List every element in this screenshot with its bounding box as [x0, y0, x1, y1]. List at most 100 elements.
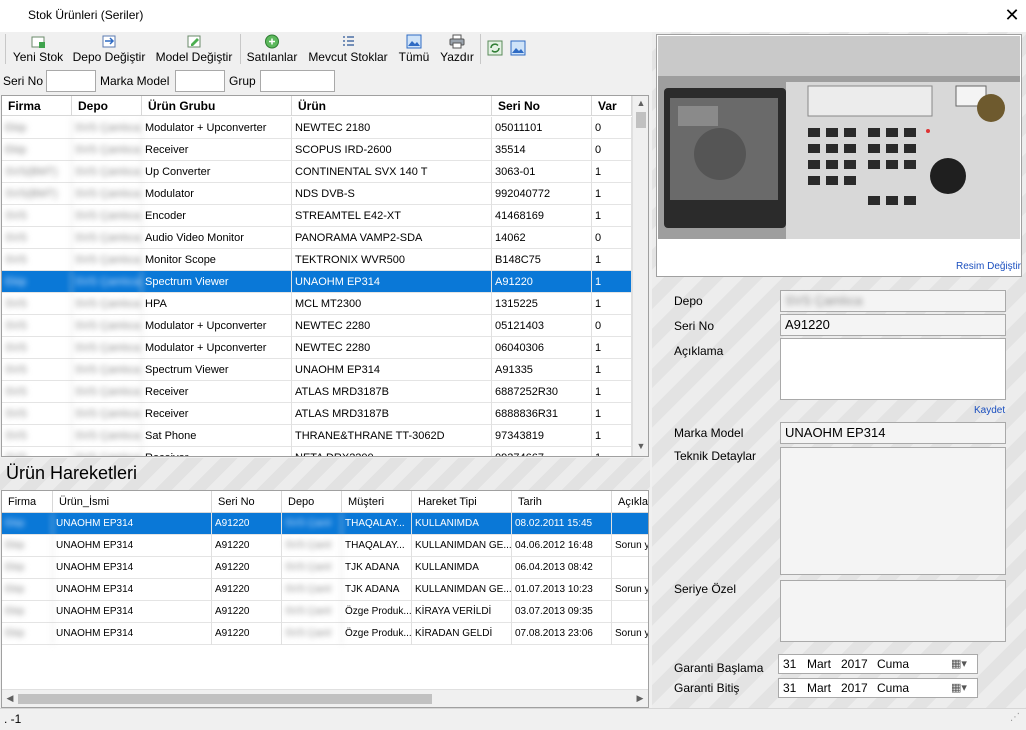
column-header[interactable]: Firma — [2, 491, 53, 513]
close-icon[interactable]: ✕ — [1002, 4, 1022, 26]
table-row[interactable]: SVS SVS Çamlıca Modulator + Upconverter NEW… — [2, 315, 632, 337]
table-row[interactable]: SVS SVS Çamlıca Receiver ATLAS MRD3187B 6887… — [2, 381, 632, 403]
column-header[interactable]: Seri No — [212, 491, 282, 513]
kaydet-link[interactable]: Kaydet — [974, 405, 1005, 416]
table-cell: NETA DRX2200 — [292, 447, 492, 456]
column-header[interactable]: Depo — [72, 96, 142, 116]
yazdir-button[interactable]: Yazdır — [438, 32, 476, 68]
calendar-dropdown-icon[interactable]: ▦▾ — [951, 657, 975, 673]
product-photo — [658, 36, 1020, 239]
table-cell: THAQALAY... — [342, 535, 412, 557]
table-row[interactable]: Ekip UNAOHM EP314 A91220 SVS Çaml TJK ADANA K… — [2, 579, 648, 601]
column-header[interactable]: Ürün_İsmi — [53, 491, 212, 513]
resim-degistir-link[interactable]: Resim Değiştir — [956, 261, 1021, 272]
table-row[interactable]: SVS SVS Çamlıca Encoder STREAMTEL E42-XT 414… — [2, 205, 632, 227]
satilanlar-button[interactable]: Satılanlar — [244, 32, 300, 68]
table-row[interactable]: SVS SVS Çamlıca Monitor Scope TEKTRONIX WVR… — [2, 249, 632, 271]
garanti-baslama-picker[interactable]: 31 Mart 2017 Cuma ▦▾ — [778, 654, 978, 674]
table-cell: SVS Çamlıca — [72, 337, 142, 359]
hareket-title: Ürün Hareketleri — [6, 463, 138, 483]
table-cell: Ekip — [2, 535, 53, 557]
table-cell: Sat Phone — [142, 425, 292, 447]
table-cell: MCL MT2300 — [292, 293, 492, 315]
table-row[interactable]: Ekip UNAOHM EP314 A91220 SVS Çaml Özge Produ… — [2, 601, 648, 623]
mevcut-stoklar-button[interactable]: Mevcut Stoklar — [305, 32, 391, 68]
refresh-icon[interactable] — [487, 40, 503, 56]
table-row[interactable]: SVS SVS Çamlıca Spectrum Viewer UNAOHM EP31… — [2, 359, 632, 381]
table-cell: UNAOHM EP314 — [53, 601, 212, 623]
yeni-stok-button[interactable]: Yeni Stok — [10, 32, 66, 68]
table-cell: KİRAYA VERİLDİ — [412, 601, 512, 623]
calendar-dropdown-icon[interactable]: ▦▾ — [951, 681, 975, 697]
table-row[interactable]: Ekip UNAOHM EP314 A91220 SVS Çaml THAQALAY..… — [2, 513, 648, 535]
table-cell: 05121403 — [492, 315, 592, 337]
seri-no-field: A91220 — [780, 314, 1006, 336]
table-cell: Ekip — [2, 557, 53, 579]
column-header[interactable]: Ürün Grubu — [142, 96, 292, 116]
scroll-up-icon[interactable]: ▲ — [633, 98, 648, 108]
column-header[interactable]: Açıkla — [612, 491, 648, 513]
table-cell: CONTINENTAL SVX 140 T — [292, 161, 492, 183]
scroll-down-icon[interactable]: ▼ — [633, 441, 648, 451]
table-cell: SVS Çamlıca — [72, 403, 142, 425]
table-cell: UNAOHM EP314 — [53, 535, 212, 557]
column-header[interactable]: Depo — [282, 491, 342, 513]
table-row[interactable]: SVS SVS Çamlıca Audio Video Monitor PANORAM… — [2, 227, 632, 249]
scroll-right-icon[interactable]: ▶ — [634, 693, 646, 704]
resize-grip-icon[interactable]: ⋰ — [1010, 712, 1020, 723]
grup-filter-input[interactable] — [260, 70, 335, 92]
table-row[interactable]: SVSSVS ÇamlıcaReceiverNETA DRX2200093746… — [2, 447, 632, 456]
hscroll-thumb[interactable] — [18, 694, 432, 704]
table-cell: SVS Çamlıca — [72, 161, 142, 183]
model-degistir-button[interactable]: Model Değiştir — [152, 32, 236, 68]
table-cell: 08.02.2011 15:45 — [512, 513, 612, 535]
depo-degistir-button[interactable]: Depo Değiştir — [70, 32, 148, 68]
table-row[interactable]: SVS SVS Çamlıca HPA MCL MT2300 1315225 1 — [2, 293, 632, 315]
table-row[interactable]: SVS(BMT) SVS Çamlıca Up Converter CONTINENT… — [2, 161, 632, 183]
table-row[interactable]: SVS SVS Çamlıca Modulator + Upconverter NEW… — [2, 337, 632, 359]
column-header[interactable]: Ürün — [292, 96, 492, 116]
hareket-grid[interactable]: Firma Ürün_İsmi Seri No Depo Müşteri Hareket … — [1, 490, 649, 708]
table-row[interactable]: SVS SVS Çamlıca Sat Phone THRANE&THRANE TT-… — [2, 425, 632, 447]
aciklama-label: Açıklama — [674, 344, 724, 358]
table-cell: NEWTEC 2280 — [292, 337, 492, 359]
garanti-bitis-picker[interactable]: 31 Mart 2017 Cuma ▦▾ — [778, 678, 978, 698]
table-row[interactable]: Ekip SVS Çamlıca Receiver SCOPUS IRD-2600 35… — [2, 139, 632, 161]
column-header[interactable]: Hareket Tipi — [412, 491, 512, 513]
depo-label: Depo — [674, 294, 703, 308]
garanti-bitis-day: 31 — [783, 681, 797, 695]
table-cell: SVS — [2, 293, 72, 315]
table-cell — [612, 601, 648, 623]
garanti-bitis-label: Garanti Bitiş — [674, 681, 740, 695]
stock-grid-scrollbar[interactable]: ▲ ▼ — [632, 96, 648, 456]
column-header[interactable]: Seri No — [492, 96, 592, 116]
column-header[interactable]: Tarih — [512, 491, 612, 513]
image-icon[interactable] — [510, 40, 526, 56]
column-header[interactable]: Var — [592, 96, 632, 116]
table-cell: UNAOHM EP314 — [53, 557, 212, 579]
table-row[interactable]: Ekip UNAOHM EP314 A91220 SVS Çaml THAQALAY..… — [2, 535, 648, 557]
table-row[interactable]: Ekip SVS Çamlıca Modulator + Upconverter NE… — [2, 117, 632, 139]
aciklama-textarea[interactable] — [780, 338, 1006, 400]
marka-model-filter-input[interactable] — [175, 70, 225, 92]
table-cell: SVS — [2, 337, 72, 359]
tumu-button[interactable]: Tümü — [395, 32, 433, 68]
table-cell: SVS — [2, 447, 72, 456]
stock-grid[interactable]: Firma Depo Ürün Grubu Ürün Seri No Var Ekip SV… — [1, 95, 649, 457]
column-header[interactable]: Firma — [2, 96, 72, 116]
table-row[interactable]: SVS(BMT) SVS Çamlıca Modulator NDS DVB-S 992… — [2, 183, 632, 205]
window-title: Stok Ürünleri (Seriler) — [28, 8, 144, 22]
scroll-left-icon[interactable]: ◀ — [4, 693, 16, 704]
table-cell: SVS Çaml — [282, 623, 342, 645]
seri-no-filter-input[interactable] — [46, 70, 96, 92]
scroll-thumb[interactable] — [636, 112, 646, 128]
table-row[interactable]: Ekip UNAOHM EP314 A91220 SVS Çaml TJK ADANA K… — [2, 557, 648, 579]
seriye-ozel-label: Seriye Özel — [674, 582, 737, 596]
table-row[interactable]: Ekip UNAOHM EP314 A91220 SVS Çaml Özge Produ… — [2, 623, 648, 645]
table-cell: SVS — [2, 403, 72, 425]
seri-no-filter-label: Seri No — [3, 74, 44, 88]
column-header[interactable]: Müşteri — [342, 491, 412, 513]
table-row[interactable]: SVS SVS Çamlıca Receiver ATLAS MRD3187B 6888… — [2, 403, 632, 425]
table-row[interactable]: Ekip SVS Çamlıca Spectrum Viewer UNAOHM EP3… — [2, 271, 632, 293]
hareket-grid-hscrollbar[interactable]: ◀ ▶ — [2, 689, 648, 707]
